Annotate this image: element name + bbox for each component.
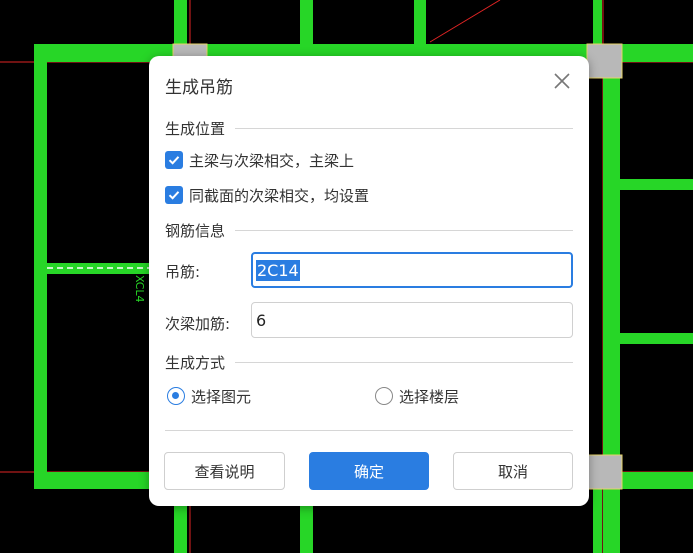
checkbox-checked-icon[interactable] [165, 186, 183, 204]
radio-label: 选择楼层 [399, 387, 460, 406]
extra-rebar-label: 次梁加筋: [165, 315, 231, 333]
rebar-section-header: 钢筋信息 [165, 220, 573, 240]
divider [235, 127, 573, 129]
section-heading: 生成位置 [165, 119, 226, 138]
extra-rebar-value: 6 [256, 310, 267, 330]
ok-button[interactable]: 确定 [309, 452, 429, 490]
section-heading: 钢筋信息 [165, 221, 226, 240]
hanger-rebar-dialog: 生成吊筋 生成位置 主梁与次梁相交，主梁上 同截面的次梁相交，均设置 钢筋信息 … [149, 56, 589, 506]
radio-selected-icon[interactable] [167, 387, 185, 405]
position-section-header: 生成位置 [165, 118, 573, 138]
hanger-input[interactable]: 2C14 [251, 252, 573, 288]
radio-select-floor[interactable]: 选择楼层 [375, 385, 459, 407]
footer-divider [165, 430, 573, 431]
hanger-value: 2C14 [256, 259, 300, 281]
option-label: 主梁与次梁相交，主梁上 [189, 151, 355, 170]
radio-label: 选择图元 [191, 387, 252, 406]
help-button[interactable]: 查看说明 [164, 452, 285, 490]
option-same-section[interactable]: 同截面的次梁相交，均设置 [165, 184, 369, 206]
method-section-header: 生成方式 [165, 352, 573, 372]
beam-label: XCL4 [133, 275, 146, 303]
extra-rebar-input[interactable]: 6 [251, 302, 573, 338]
divider [235, 229, 573, 231]
divider [235, 361, 573, 363]
checkbox-checked-icon[interactable] [165, 151, 183, 169]
option-main-beam[interactable]: 主梁与次梁相交，主梁上 [165, 149, 354, 171]
dialog-title: 生成吊筋 [165, 78, 233, 98]
radio-unselected-icon[interactable] [375, 387, 393, 405]
option-label: 同截面的次梁相交，均设置 [189, 186, 370, 205]
section-heading: 生成方式 [165, 353, 226, 372]
hanger-label: 吊筋: [165, 263, 201, 281]
close-icon[interactable] [551, 70, 573, 92]
radio-select-element[interactable]: 选择图元 [167, 385, 251, 407]
cancel-button[interactable]: 取消 [453, 452, 573, 490]
